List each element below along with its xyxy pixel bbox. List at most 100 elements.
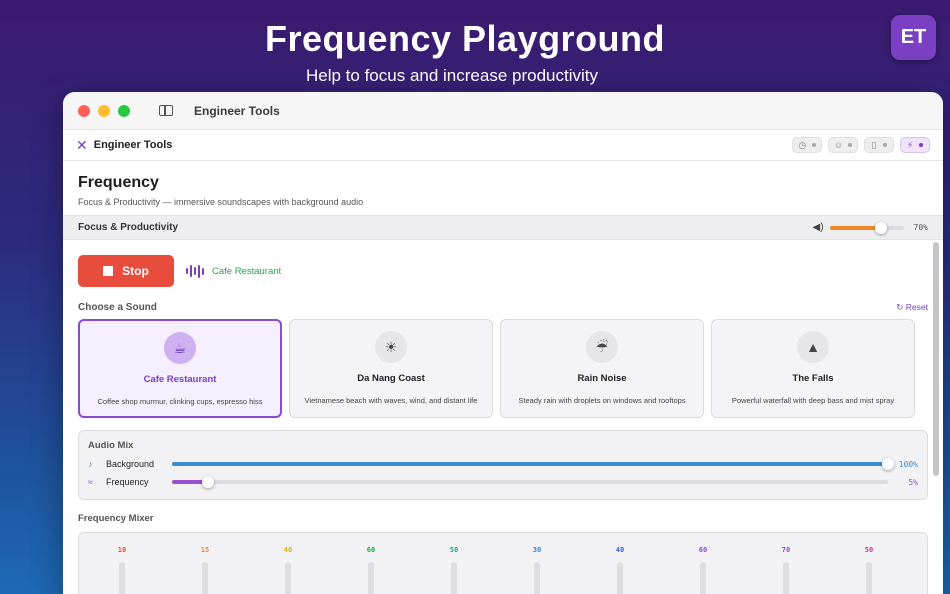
volume-value: 70%: [913, 223, 928, 232]
volume-knob[interactable]: [875, 221, 888, 234]
frequency-band[interactable]: 15: [195, 546, 215, 594]
frequency-band-value: 60: [366, 546, 376, 554]
sound-card-name: Da Nang Coast: [357, 373, 425, 384]
frequency-label: Frequency: [106, 477, 149, 487]
tools-icon: ✕: [76, 136, 88, 153]
page-header: Frequency Focus & Productivity — immersi…: [63, 161, 943, 211]
sound-card-desc: Steady rain with droplets on windows and…: [518, 396, 686, 405]
background-mix-row: ♪ Background 100%: [88, 458, 918, 470]
sound-cards: ☕ Cafe Restaurant Coffee shop murmur, cl…: [78, 319, 928, 418]
background-label: Background: [106, 459, 155, 469]
timer-button[interactable]: ◷: [792, 137, 822, 153]
frequency-band-slider[interactable]: [617, 562, 623, 594]
frequency-slider[interactable]: [172, 476, 888, 488]
sidebar-toggle-button[interactable]: [152, 100, 180, 122]
background-knob[interactable]: [882, 458, 894, 470]
frequency-band[interactable]: 40: [278, 546, 298, 594]
reset-button[interactable]: ↻ Reset: [896, 302, 928, 313]
frequency-value: 5%: [908, 477, 918, 487]
frequency-band[interactable]: 10: [112, 546, 132, 594]
sound-card-rain-noise[interactable]: ☔ Rain Noise Steady rain with droplets o…: [500, 319, 704, 418]
frequency-band[interactable]: 60: [361, 546, 381, 594]
frequency-band-value: 50: [449, 546, 459, 554]
toolbar: ✕ Engineer Tools ◷ ☺ ▯ ⚡: [63, 130, 943, 161]
sidebar-icon: [159, 105, 173, 116]
audio-mix-panel: Audio Mix ♪ Background 100% ≈ Frequency …: [78, 430, 928, 500]
toolbar-app-name: Engineer Tools: [93, 139, 173, 151]
page-subtitle: Focus & Productivity — immersive soundsc…: [78, 197, 364, 207]
sunrise-icon: ☀: [375, 331, 407, 363]
sound-card-desc: Coffee shop murmur, clinking cups, espre…: [97, 397, 263, 406]
frequency-band-value: 40: [615, 546, 625, 554]
waveform-icon: ≈: [88, 477, 93, 487]
app-logo-badge: ET: [891, 15, 936, 60]
frequency-band-value: 30: [532, 546, 542, 554]
sound-card-name: Cafe Restaurant: [143, 374, 217, 385]
clipboard-button[interactable]: ▯: [864, 137, 894, 153]
sound-card-name: The Falls: [792, 373, 834, 384]
pulse-icon: ⚡: [906, 139, 914, 150]
frequency-mix-row: ≈ Frequency 5%: [88, 476, 918, 488]
cloud-rain-icon: ☔: [586, 331, 618, 363]
pulse-button[interactable]: ⚡: [900, 137, 930, 153]
mountain-icon: ▲: [797, 331, 829, 363]
frequency-band-slider[interactable]: [285, 562, 291, 594]
frequency-knob[interactable]: [201, 476, 214, 488]
main-content: Stop Cafe Restaurant Choose a Sound ↻ Re…: [63, 240, 943, 594]
frequency-band[interactable]: 50: [859, 546, 879, 594]
volume-slider[interactable]: [829, 221, 904, 234]
frequency-band-value: 70: [781, 546, 791, 554]
frequency-band[interactable]: 40: [610, 546, 630, 594]
stop-button[interactable]: Stop: [78, 255, 174, 287]
speaker-icon: ◀): [812, 222, 824, 233]
stop-icon: [103, 266, 114, 276]
frequency-band-value: 15: [200, 546, 210, 554]
frequency-band-value: 10: [117, 546, 127, 554]
sound-card-desc: Powerful waterfall with deep bass and mi…: [731, 396, 895, 405]
app-window: Engineer Tools ✕ Engineer Tools ◷ ☺ ▯ ⚡ …: [63, 92, 943, 594]
now-playing-label: Cafe Restaurant: [212, 265, 282, 277]
sound-card-the-falls[interactable]: ▲ The Falls Powerful waterfall with deep…: [711, 319, 915, 418]
minimize-window-button[interactable]: [98, 104, 110, 117]
frequency-band-value: 40: [283, 546, 293, 554]
group-icon: ☺: [833, 140, 844, 150]
frequency-band-slider[interactable]: [783, 562, 789, 594]
frequency-band[interactable]: 50: [444, 546, 464, 594]
clipboard-icon: ▯: [871, 139, 877, 150]
frequency-band-value: 50: [864, 546, 874, 554]
timer-icon: ◷: [798, 139, 807, 150]
frequency-band-slider[interactable]: [368, 562, 374, 594]
sound-card-name: Rain Noise: [577, 373, 627, 384]
frequency-band-slider[interactable]: [534, 562, 540, 594]
frequency-mixer-panel: 10 15 40 60 50 30 40 60 70 50: [78, 532, 928, 594]
stop-label: Stop: [122, 264, 149, 278]
sound-card-da-nang-coast[interactable]: ☀ Da Nang Coast Vietnamese beach with wa…: [289, 319, 493, 418]
hero-subtitle: Help to focus and increase productivity: [306, 66, 598, 85]
close-window-button[interactable]: [78, 104, 90, 117]
zoom-window-button[interactable]: [118, 104, 130, 117]
coffee-cup-icon: ☕: [164, 332, 196, 364]
group-button[interactable]: ☺: [828, 137, 858, 153]
frequency-band[interactable]: 60: [693, 546, 713, 594]
music-note-icon: ♪: [88, 459, 93, 469]
sound-card-cafe-restaurant[interactable]: ☕ Cafe Restaurant Coffee shop murmur, cl…: [78, 319, 282, 418]
background-fill: [172, 462, 888, 466]
choose-sound-label: Choose a Sound: [78, 302, 157, 313]
volume-fill: [829, 225, 882, 230]
frequency-band-slider[interactable]: [119, 562, 125, 594]
sound-card-desc: Vietnamese beach with waves, wind, and d…: [304, 396, 478, 405]
title-bar: Engineer Tools: [63, 92, 943, 130]
frequency-band-slider[interactable]: [451, 562, 457, 594]
frequency-mixer-label: Frequency Mixer: [78, 513, 154, 524]
frequency-band[interactable]: 70: [776, 546, 796, 594]
frequency-band[interactable]: 30: [527, 546, 547, 594]
waveform-icon: [186, 264, 206, 278]
now-playing: Cafe Restaurant: [186, 264, 282, 278]
section-header: Focus & Productivity ◀) 70%: [63, 215, 943, 240]
background-slider[interactable]: [172, 458, 894, 470]
frequency-band-slider[interactable]: [700, 562, 706, 594]
frequency-band-slider[interactable]: [202, 562, 208, 594]
reset-icon: ↻: [896, 302, 906, 312]
frequency-band-slider[interactable]: [866, 562, 872, 594]
window-title: Engineer Tools: [194, 103, 280, 118]
